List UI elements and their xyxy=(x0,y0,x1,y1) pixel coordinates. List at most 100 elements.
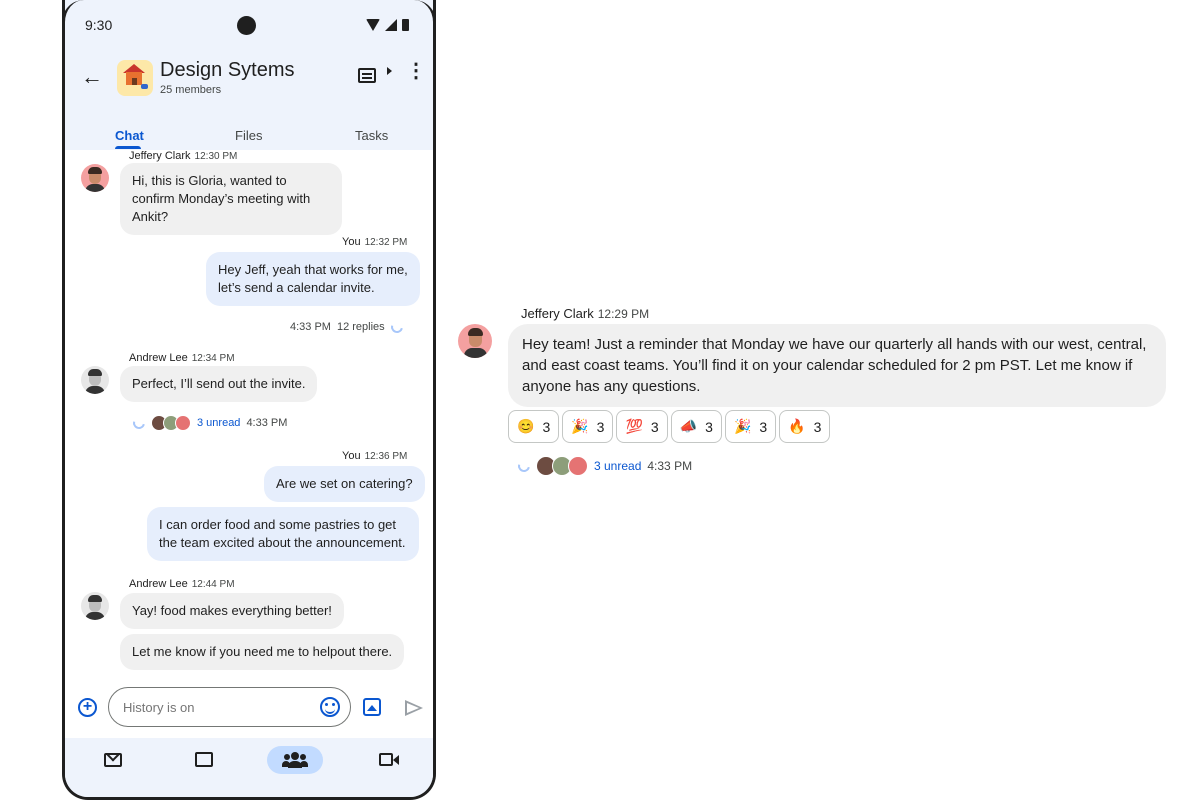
message-bubble[interactable]: Yay! food makes everything better! xyxy=(120,593,344,629)
message-bubble[interactable]: Are we set on catering? xyxy=(264,466,425,502)
nav-meet[interactable] xyxy=(361,746,417,774)
avatar xyxy=(175,415,191,431)
message-sender: You 12:32 PM xyxy=(342,236,407,248)
message-input[interactable] xyxy=(108,687,351,727)
reaction-row: 😊 3 🎉 3 💯 3 📣 3 🎉 3 🔥 3 xyxy=(508,410,831,443)
nav-spaces[interactable] xyxy=(267,746,323,774)
unread-count[interactable]: 3 unread xyxy=(594,459,641,473)
thread-loading-icon xyxy=(515,457,533,475)
reaction-emoji: 🎉 xyxy=(571,418,589,434)
avatar[interactable] xyxy=(81,366,109,394)
add-icon[interactable]: + xyxy=(78,698,97,717)
tab-chat[interactable]: Chat xyxy=(115,128,144,143)
message-bubble[interactable]: Hi, this is Gloria, wanted to confirm Mo… xyxy=(120,163,342,235)
message-bubble[interactable]: Let me know if you need me to helpout th… xyxy=(120,634,405,670)
battery-icon xyxy=(402,19,409,31)
avatar-shirt xyxy=(85,184,105,192)
reaction-count: 3 xyxy=(813,418,822,435)
message-feed[interactable]: Jeffery Clark 12:30 PM Hi, this is Gloria… xyxy=(65,150,433,680)
group-title[interactable]: Design Sytems xyxy=(160,59,295,82)
thread-summary[interactable]: 3 unread 4:33 PM xyxy=(130,414,288,432)
reaction-emoji: 💯 xyxy=(625,418,643,434)
camera-cutout xyxy=(237,16,256,35)
reaction-chip[interactable]: 🔥 3 xyxy=(779,410,831,443)
thread-time: 4:33 PM xyxy=(246,417,288,429)
message-sender: Andrew Lee 12:34 PM xyxy=(129,352,235,364)
group-avatar[interactable] xyxy=(117,60,153,96)
reaction-chip[interactable]: 📣 3 xyxy=(670,410,722,443)
reaction-count: 3 xyxy=(759,418,768,435)
avatar[interactable] xyxy=(81,164,109,192)
bottom-navigation xyxy=(65,738,433,797)
message-time: 12:32 PM xyxy=(364,237,408,248)
spaces-head xyxy=(284,754,290,760)
avatar-hair xyxy=(88,369,102,376)
tab-bar: Chat Files Tasks xyxy=(65,124,433,150)
avatar[interactable] xyxy=(458,324,492,358)
nav-mail[interactable] xyxy=(85,746,141,774)
house-door xyxy=(132,78,137,85)
thread-summary[interactable]: 4:33 PM 12 replies xyxy=(290,318,405,336)
avatar[interactable] xyxy=(81,592,109,620)
tab-tasks[interactable]: Tasks xyxy=(355,128,388,143)
spaces-head xyxy=(291,752,299,760)
app-bar: ← Design Sytems 25 members ⋮ xyxy=(65,58,433,104)
expand-caret-icon[interactable] xyxy=(387,67,392,75)
chat-icon xyxy=(195,752,213,767)
message-time: 12:44 PM xyxy=(191,579,235,590)
message-time: 12:34 PM xyxy=(191,353,235,364)
reaction-chip[interactable]: 🎉 3 xyxy=(724,410,777,443)
sender-name: Andrew Lee xyxy=(129,578,188,590)
status-time: 9:30 xyxy=(85,17,113,33)
message-time: 12:29 PM xyxy=(597,307,650,321)
reaction-emoji: 🔥 xyxy=(788,418,806,434)
status-bar: 9:30 xyxy=(85,16,409,37)
sender-name: Jeffery Clark xyxy=(129,150,191,162)
message-sender: You 12:36 PM xyxy=(342,450,407,462)
composer-bar: + xyxy=(65,680,433,738)
emoji-icon[interactable] xyxy=(320,697,340,717)
thread-time: 4:33 PM xyxy=(290,321,331,333)
reaction-emoji: 😊 xyxy=(517,418,535,434)
message-bubble[interactable]: I can order food and some pastries to ge… xyxy=(147,507,419,561)
reader-avatars xyxy=(536,456,588,476)
message-time: 12:30 PM xyxy=(194,151,238,162)
message-sender: Jeffery Clark 12:30 PM xyxy=(129,150,237,162)
reader-avatars xyxy=(151,415,191,431)
reaction-count: 3 xyxy=(596,418,605,435)
reaction-chip[interactable]: 😊 3 xyxy=(508,410,560,443)
spaces-body xyxy=(300,761,308,767)
threads-icon[interactable] xyxy=(358,68,376,83)
avatar-hair xyxy=(468,328,483,336)
unread-count[interactable]: 3 unread xyxy=(197,417,240,429)
sender-name: You xyxy=(342,450,361,462)
video-icon xyxy=(379,753,399,766)
back-arrow-icon[interactable]: ← xyxy=(81,66,103,88)
reply-count: 12 replies xyxy=(336,321,385,333)
send-icon[interactable] xyxy=(405,700,423,716)
thread-loading-icon xyxy=(388,318,405,336)
thread-loading-icon xyxy=(130,414,148,432)
message-bubble[interactable]: Hey team! Just a reminder that Monday we… xyxy=(508,324,1166,407)
more-vert-icon[interactable]: ⋮ xyxy=(406,61,426,81)
image-icon[interactable] xyxy=(363,698,381,716)
message-detail: Jeffery Clark 12:29 PM Hey team! Just a r… xyxy=(456,300,1176,500)
mail-icon xyxy=(104,753,122,767)
reaction-emoji: 🎉 xyxy=(733,418,752,434)
nav-chat[interactable] xyxy=(176,746,232,774)
reaction-chip[interactable]: 💯 3 xyxy=(616,410,668,443)
avatar-hair xyxy=(88,167,102,174)
message-bubble[interactable]: Hey Jeff, yeah that works for me, let’s … xyxy=(206,252,420,306)
status-icons xyxy=(366,19,409,31)
message-time: 12:36 PM xyxy=(364,451,408,462)
thread-summary[interactable]: 3 unread 4:33 PM xyxy=(515,456,693,476)
thread-time: 4:33 PM xyxy=(647,459,693,473)
message-bubble[interactable]: Perfect, I’ll send out the invite. xyxy=(120,366,318,402)
member-count: 25 members xyxy=(160,84,222,96)
reaction-chip[interactable]: 🎉 3 xyxy=(562,410,614,443)
message-sender: Andrew Lee 12:44 PM xyxy=(129,578,235,590)
tab-files[interactable]: Files xyxy=(235,128,262,143)
avatar-shirt xyxy=(464,348,487,358)
message-sender: Jeffery Clark 12:29 PM xyxy=(521,306,649,321)
sender-name: You xyxy=(342,236,361,248)
